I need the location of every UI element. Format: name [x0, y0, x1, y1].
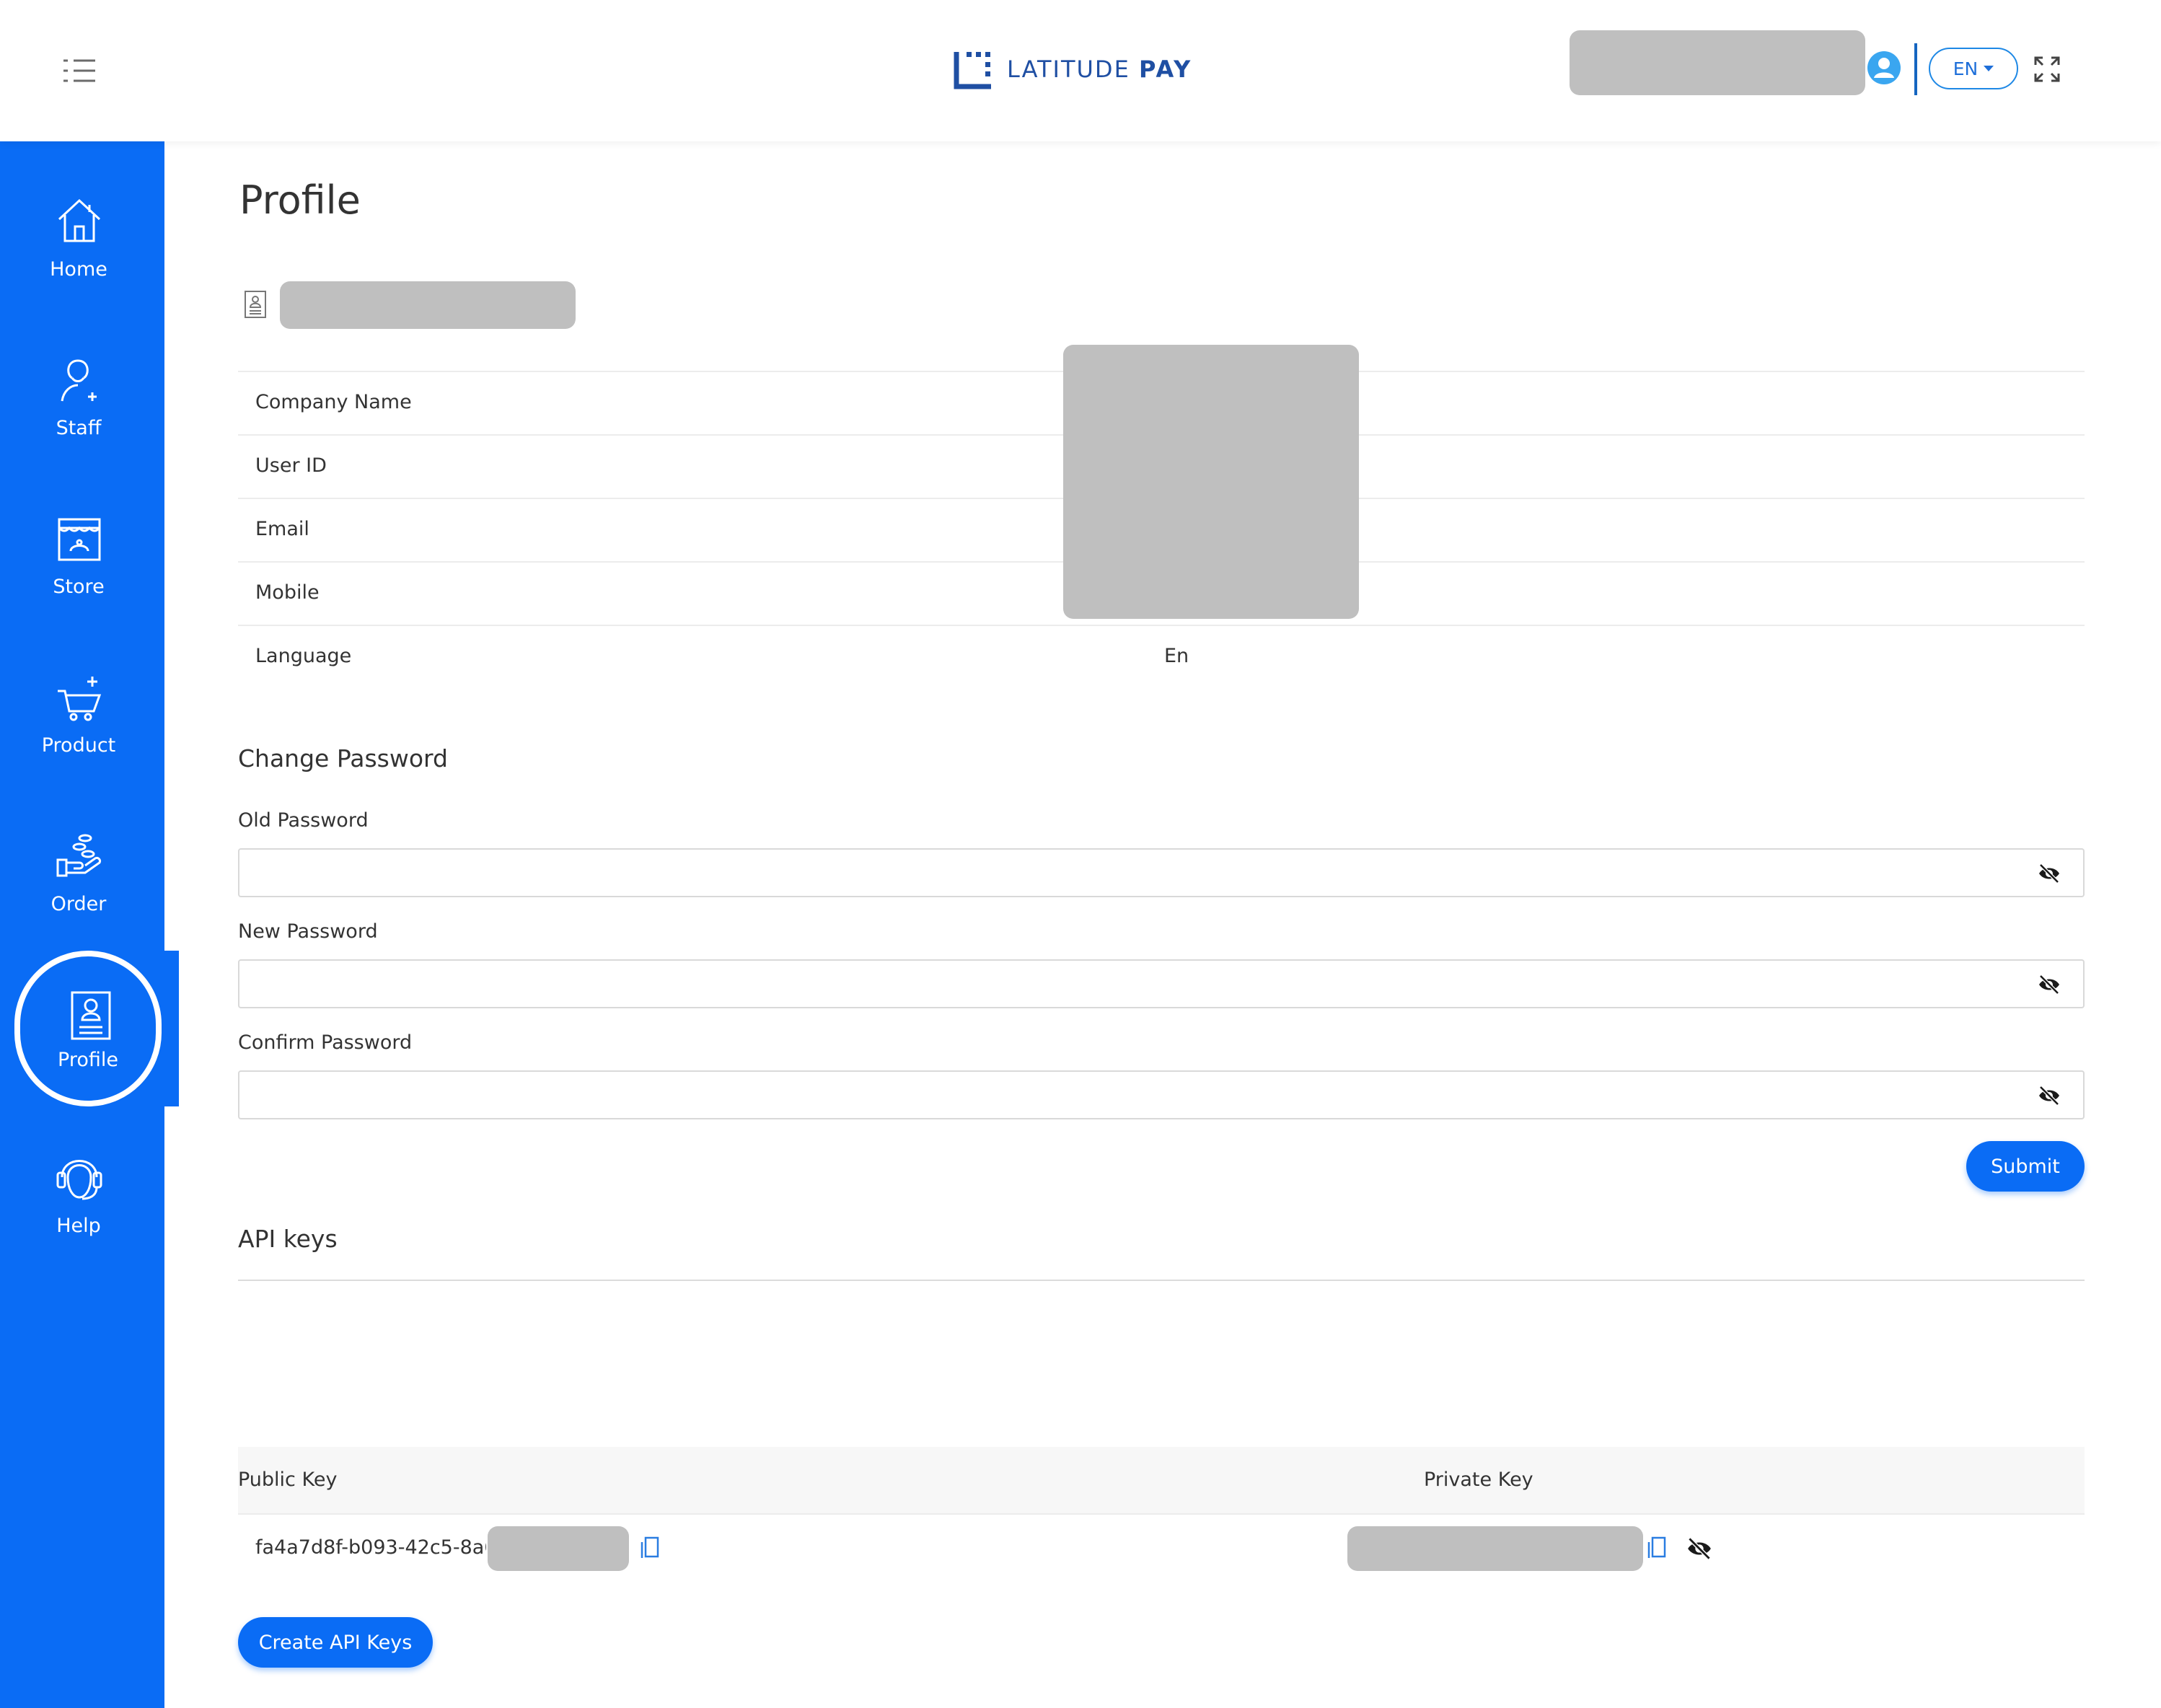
latitude-pay-logo: LATITUDE PAY [954, 46, 1192, 92]
top-bar: LATITUDE PAY EN [0, 0, 2161, 141]
info-label: User ID [255, 454, 327, 477]
fullscreen-icon[interactable] [2033, 55, 2061, 84]
private-key-header: Private Key [1424, 1469, 1533, 1491]
new-password-label: New Password [238, 920, 378, 943]
sidebar-item-label: Order [50, 893, 107, 915]
sidebar-item-order[interactable]: Order [0, 829, 164, 959]
order-icon [56, 834, 101, 877]
home-icon [58, 198, 101, 242]
confirm-password-label: Confirm Password [238, 1031, 413, 1054]
redacted-public-key [488, 1526, 629, 1571]
redacted-username [1570, 30, 1865, 95]
eye-slash-icon[interactable] [2037, 863, 2061, 884]
sidebar-item-label: Help [56, 1215, 101, 1237]
eye-slash-icon[interactable] [2037, 1085, 2061, 1106]
info-value: En [1164, 645, 1189, 667]
language-dropdown[interactable]: EN [1929, 48, 2018, 89]
public-key-value: fa4a7d8f-b093-42c5-8a65 [255, 1536, 486, 1559]
language-label: EN [1953, 58, 1979, 79]
header-divider [1914, 43, 1917, 95]
main-content: Profile Company Name User ID Email Mobil… [164, 141, 2161, 1708]
toggle-private-key-visibility-icon[interactable] [1685, 1536, 1714, 1561]
sidebar-item-label: Home [50, 258, 107, 281]
copy-private-key-icon[interactable] [1646, 1535, 1668, 1559]
redacted-private-key [1347, 1526, 1643, 1571]
sidebar-item-label: Product [41, 734, 116, 757]
sidebar-item-help[interactable]: Help [0, 1151, 164, 1281]
copy-public-key-icon[interactable] [639, 1535, 661, 1559]
new-password-input[interactable] [238, 959, 2085, 1008]
create-api-keys-button[interactable]: Create API Keys [238, 1617, 433, 1668]
sidebar-item-product[interactable]: Product [0, 671, 164, 801]
sidebar-item-store[interactable]: Store [0, 512, 164, 642]
confirm-password-input[interactable] [238, 1070, 2085, 1119]
info-label: Language [255, 645, 352, 667]
old-password-label: Old Password [238, 809, 369, 832]
menu-toggle-icon[interactable] [58, 55, 101, 87]
eye-slash-icon[interactable] [2037, 974, 2061, 995]
profile-card-icon [242, 290, 268, 319]
sidebar-item-label: Profile [58, 1049, 118, 1071]
store-icon [58, 518, 101, 561]
change-password-title: Change Password [238, 744, 448, 772]
cart-icon [58, 677, 102, 721]
sidebar-item-label: Store [53, 576, 105, 598]
api-keys-table-header: Public Key Private Key [238, 1447, 2085, 1515]
sidebar-item-profile[interactable]: Profile [14, 951, 162, 1106]
redacted-profile-values [1063, 345, 1359, 619]
sidebar-item-label: Staff [56, 417, 102, 439]
old-password-input[interactable] [238, 848, 2085, 897]
headset-icon [56, 1160, 102, 1200]
info-label: Email [255, 518, 309, 540]
submit-button[interactable]: Submit [1966, 1141, 2085, 1192]
logo-text: LATITUDE PAY [1007, 56, 1193, 83]
page-title: Profile [239, 177, 361, 223]
info-row-language: Language En [238, 625, 2085, 690]
api-keys-title: API keys [238, 1225, 338, 1253]
profile-icon [71, 991, 111, 1040]
sidebar-item-staff[interactable]: Staff [0, 353, 164, 483]
redacted-profile-name [280, 281, 576, 329]
logo-mark-icon [954, 52, 991, 89]
chevron-down-icon [1984, 66, 1994, 71]
sidebar-item-home[interactable]: Home [0, 195, 164, 325]
user-avatar-icon[interactable] [1867, 50, 1901, 85]
info-label: Mobile [255, 581, 320, 604]
public-key-header: Public Key [238, 1469, 338, 1491]
sidebar: Home Staff Store Product Order Help [0, 141, 164, 1708]
staff-icon [61, 359, 97, 402]
info-label: Company Name [255, 391, 412, 413]
api-keys-divider [238, 1280, 2085, 1281]
